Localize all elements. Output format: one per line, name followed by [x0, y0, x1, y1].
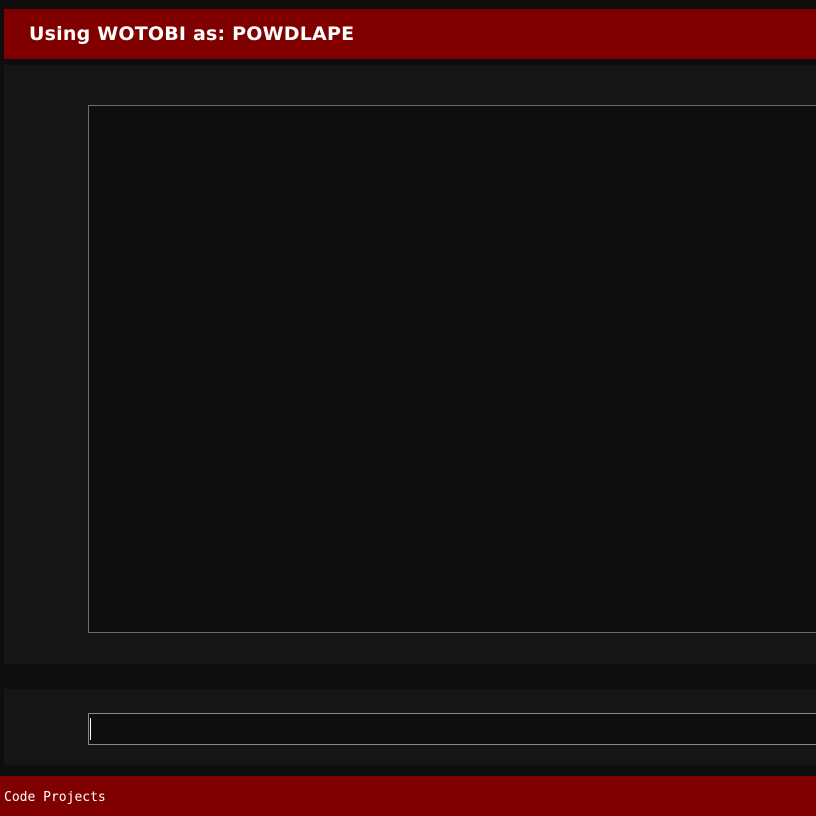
- command-panel: [4, 689, 816, 765]
- footer-bar: Code Projects: [0, 776, 816, 816]
- code-projects-link[interactable]: Code Projects: [4, 788, 106, 805]
- page-title: Using WOTOBI as: POWDLAPE: [29, 23, 355, 45]
- console-panel: [4, 65, 816, 664]
- app-header: Using WOTOBI as: POWDLAPE: [4, 9, 816, 59]
- console-output[interactable]: [88, 105, 816, 633]
- command-input[interactable]: [88, 713, 816, 745]
- text-cursor: [90, 718, 91, 740]
